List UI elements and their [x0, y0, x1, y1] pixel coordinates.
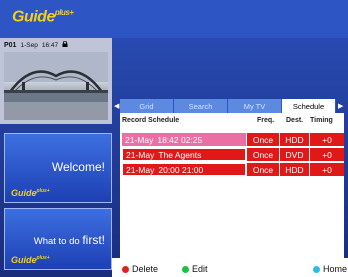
channel-info: P01 1-Sep 16:47: [0, 38, 112, 52]
green-dot-icon: [182, 265, 189, 273]
home-button[interactable]: Home: [313, 264, 347, 274]
guideplus-logo: Guideplus+: [12, 8, 74, 26]
tv-preview-image: [4, 52, 108, 120]
info-panel: P01 1-Sep 16:47: [0, 38, 112, 124]
welcome-text: Welcome!: [51, 160, 105, 174]
schedule-row[interactable]: 21-May 18:42 02:25 Once HDD +0: [122, 133, 344, 146]
timing-header: Timing: [310, 117, 333, 124]
channel-number: P01: [4, 41, 17, 49]
what-to-do-first-promo[interactable]: What to do first! Guideplus+: [4, 208, 112, 270]
tab-search[interactable]: Search: [174, 99, 228, 113]
schedule-row[interactable]: 21-May 20:00 21:00 Once HDD +0: [122, 163, 344, 176]
info-time: 16:47: [41, 41, 59, 49]
red-dot-icon: [122, 265, 129, 273]
edit-button[interactable]: Edit: [182, 264, 208, 274]
lock-icon: [62, 40, 68, 49]
tab-grid[interactable]: Grid: [120, 99, 174, 113]
promo-logo: Guideplus+: [11, 188, 50, 198]
welcome-promo[interactable]: Welcome! Guideplus+: [4, 133, 112, 203]
footer-buttons: Delete Edit Home: [118, 262, 348, 276]
dest-header: Dest.: [286, 117, 304, 124]
tab-left-arrow-icon[interactable]: ◀: [114, 102, 119, 110]
what-to-do-first-text: What to do first!: [33, 233, 105, 247]
tab-right-arrow-icon[interactable]: ▶: [338, 102, 343, 110]
freq-header: Freq.: [257, 117, 275, 124]
promo-logo: Guideplus+: [11, 255, 50, 265]
top-bar: Guideplus+: [0, 0, 348, 38]
tab-schedule[interactable]: Schedule: [282, 99, 336, 113]
delete-button[interactable]: Delete: [122, 264, 158, 274]
record-schedule-panel: Record Schedule Freq. Dest. Timing 21-Ma…: [120, 113, 344, 263]
schedule-row[interactable]: 21-May The Agents Once DVD +0: [122, 148, 344, 161]
schedule-title: Record Schedule: [122, 117, 180, 124]
blue-dot-icon: [313, 265, 320, 273]
tab-bar: Grid Search My TV Schedule: [120, 99, 336, 113]
info-date: 1-Sep: [20, 41, 38, 49]
tab-my-tv[interactable]: My TV: [228, 99, 282, 113]
